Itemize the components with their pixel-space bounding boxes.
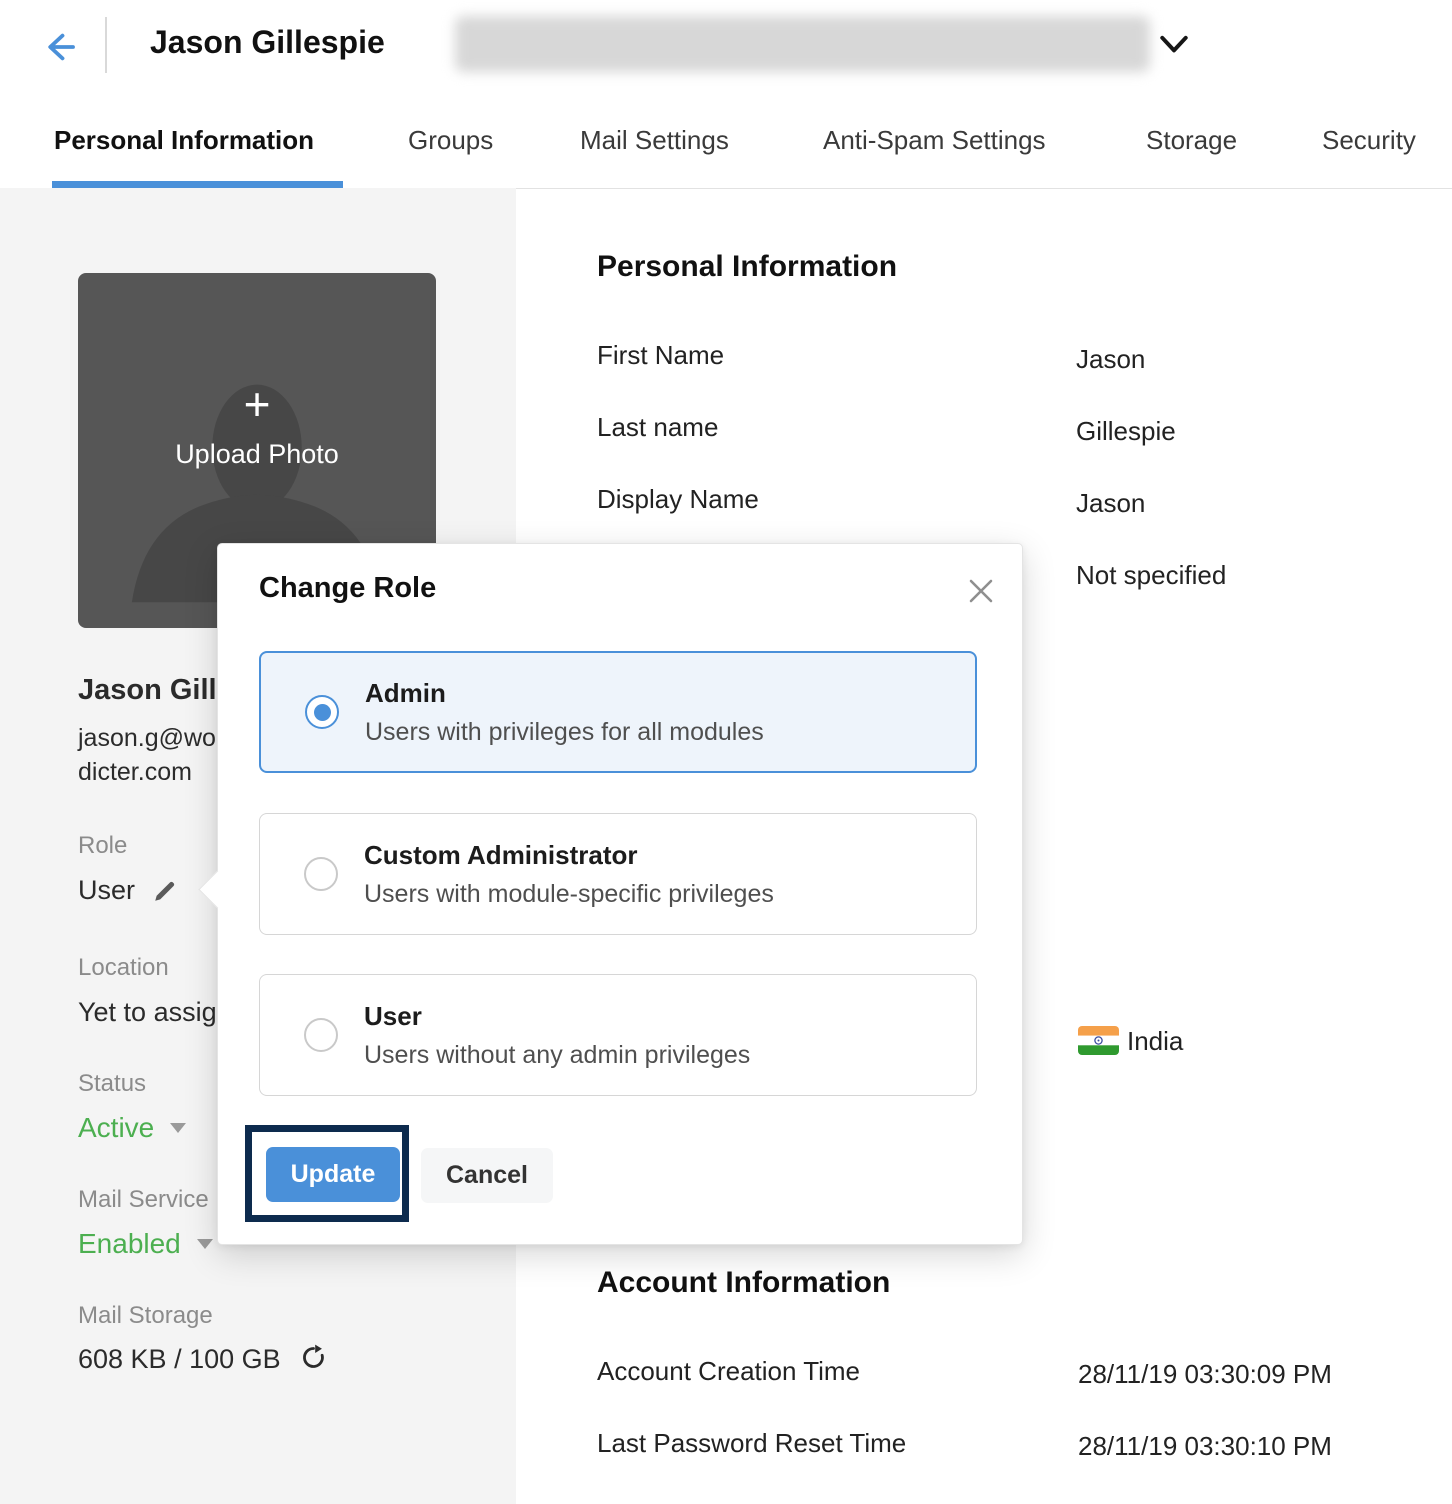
radio-user[interactable] [304,1018,338,1052]
mail-service-value-text: Enabled [78,1228,181,1259]
personal-information-heading: Personal Information [597,250,897,284]
refresh-storage-icon[interactable] [300,1344,327,1371]
user-detail-page: Jason Gillespie Personal Information Gro… [0,0,1452,1504]
mail-service-dropdown-icon[interactable] [197,1239,213,1249]
role-option-custom-administrator-desc: Users with module-specific privileges [364,880,774,909]
tab-mail-settings[interactable]: Mail Settings [580,94,729,187]
status-label: Status [78,1070,146,1098]
sidebar-email-line2: dicter.com [78,758,192,787]
role-option-custom-administrator-title: Custom Administrator [364,840,774,871]
role-option-custom-administrator[interactable]: Custom Administrator Users with module-s… [259,813,977,935]
status-dropdown-icon[interactable] [170,1123,186,1133]
plus-icon: + [78,381,436,427]
update-button[interactable]: Update [266,1147,400,1202]
last-name-label: Last name [597,412,718,443]
location-value: Yet to assign [78,997,232,1028]
display-name-label: Display Name [597,484,759,515]
page-title: Jason Gillespie [150,24,385,61]
country-value: India [1127,1026,1183,1057]
not-specified-value: Not specified [1076,560,1226,591]
tab-personal-information[interactable]: Personal Information [54,94,314,187]
dialog-title: Change Role [259,572,436,605]
role-option-user[interactable]: User Users without any admin privileges [259,974,977,1096]
mail-service-label: Mail Service [78,1186,209,1214]
active-tab-underline [52,181,343,188]
redacted-email-blur [455,16,1150,72]
status-value-text: Active [78,1112,154,1143]
radio-admin[interactable] [305,695,339,729]
role-value: User [78,875,135,906]
update-button-highlight-box: Update [245,1125,409,1222]
first-name-value: Jason [1076,344,1145,375]
tab-bar: Personal Information Groups Mail Setting… [0,94,1452,189]
page-header: Jason Gillespie [0,0,1452,95]
sidebar-email-line1: jason.g@wo [78,724,216,753]
role-option-user-title: User [364,1001,750,1032]
india-flag-icon [1078,1026,1119,1055]
radio-custom-administrator[interactable] [304,857,338,891]
role-label: Role [78,832,127,860]
close-icon[interactable] [966,576,996,606]
status-value: Active [78,1112,186,1144]
tab-storage[interactable]: Storage [1146,94,1237,187]
account-creation-time-value: 28/11/19 03:30:09 PM [1078,1359,1332,1390]
role-option-admin-title: Admin [365,678,764,709]
tab-groups[interactable]: Groups [408,94,493,187]
last-password-reset-time-label: Last Password Reset Time [597,1428,906,1459]
account-information-heading: Account Information [597,1266,890,1300]
edit-role-pencil-icon[interactable] [152,878,178,904]
location-label: Location [78,954,169,982]
cancel-button[interactable]: Cancel [421,1148,553,1203]
mail-storage-label: Mail Storage [78,1302,213,1330]
role-option-admin-desc: Users with privileges for all modules [365,718,764,747]
header-divider [105,17,107,73]
mail-service-value: Enabled [78,1228,213,1260]
mail-storage-value: 608 KB / 100 GB [78,1344,327,1375]
role-option-user-desc: Users without any admin privileges [364,1041,750,1070]
first-name-label: First Name [597,340,724,371]
back-arrow-icon[interactable] [38,26,80,68]
upload-photo-label: Upload Photo [78,439,436,470]
change-role-dialog: Change Role Admin Users with privileges … [217,543,1023,1245]
account-creation-time-label: Account Creation Time [597,1356,860,1387]
last-name-value: Gillespie [1076,416,1176,447]
tab-security[interactable]: Security [1322,94,1416,187]
mail-storage-value-text: 608 KB / 100 GB [78,1344,281,1374]
display-name-value: Jason [1076,488,1145,519]
tab-anti-spam-settings[interactable]: Anti-Spam Settings [823,94,1046,187]
role-option-admin[interactable]: Admin Users with privileges for all modu… [259,651,977,773]
chevron-down-icon[interactable] [1156,32,1192,58]
last-password-reset-time-value: 28/11/19 03:30:10 PM [1078,1431,1332,1462]
